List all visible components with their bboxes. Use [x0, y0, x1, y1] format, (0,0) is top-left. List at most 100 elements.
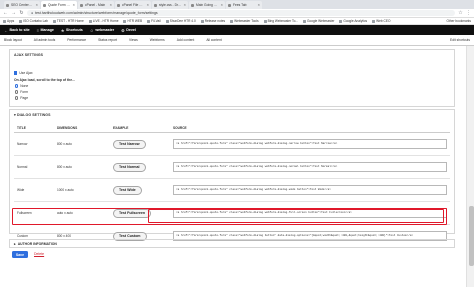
toolbar-item[interactable]: ⚙ Devel [121, 28, 136, 33]
table-row: Narrow 800 x auto Test Narrow <a href="/for… [14, 132, 450, 156]
star-icon[interactable]: ☆ [458, 10, 463, 16]
bookmark-item[interactable]: Webmaster Tools [230, 19, 259, 23]
shortcut-link[interactable]: Add content [177, 38, 195, 42]
shortcut-link[interactable]: Block layout [4, 38, 22, 42]
dialog-settings-fieldset: ▾ DIALOG SETTINGS TITLE DIMENSIONS EXAMP… [9, 109, 455, 248]
toolbar-item[interactable]: ← Back to site [4, 28, 30, 33]
radio-control[interactable] [15, 84, 19, 88]
reload-icon[interactable]: ↻ [19, 10, 24, 16]
url-field[interactable]: ● test.harithcloudweb.com/admin/structur… [27, 10, 455, 16]
dialog-dimensions-cell: auto x auto [54, 201, 110, 225]
bookmark-label: HTR WEB [127, 19, 143, 23]
scroll-setting-label: On Ajax load, scroll to the top of the..… [14, 78, 75, 82]
dialog-table: TITLE DIMENSIONS EXAMPLE SOURCE Narrow 80… [14, 124, 450, 248]
forward-arrow-icon[interactable]: → [11, 10, 16, 16]
dialog-title-cell: Narrow [14, 132, 54, 156]
bookmark-item[interactable]: Fil-Vail [147, 19, 161, 23]
source-code-field[interactable]: <a href="/form/quick-quote-form" class="… [173, 139, 447, 149]
test-dialog-button[interactable]: Test Wide [113, 185, 142, 195]
close-tab-icon[interactable]: ✕ [109, 3, 112, 7]
scrollbar-thumb[interactable] [468, 206, 474, 266]
save-button[interactable]: Save [12, 251, 28, 258]
close-tab-icon[interactable]: ✕ [146, 3, 149, 7]
menu-icon[interactable]: ⋮ [466, 10, 471, 16]
tab-title: SEO Centers Rental - Bank [11, 3, 33, 7]
favicon-icon [154, 3, 157, 7]
dialog-example-cell: Test Normal [110, 155, 170, 179]
dialog-source-cell: <a href="/form/quick-quote-form" class="… [170, 201, 450, 225]
bookmark-label: TEST - HTR Home [56, 19, 84, 23]
shortcut-link[interactable]: Status report [98, 38, 117, 42]
use-ajax-checkbox[interactable]: Use Ajax [14, 71, 33, 75]
shortcut-link[interactable]: Views [129, 38, 138, 42]
close-tab-icon[interactable]: ✕ [35, 3, 38, 7]
radio-control[interactable] [15, 96, 19, 100]
shortcut-link[interactable]: All content [206, 38, 221, 42]
checkbox-control[interactable] [14, 71, 18, 75]
delete-link[interactable]: Delete [34, 252, 44, 256]
scroll-option-page[interactable]: Page [15, 96, 28, 100]
bookmark-label: ShunDee HTR 4.0 [169, 19, 196, 23]
browser-tab[interactable]: SEO Centers Rental - Bank✕ [4, 1, 40, 9]
browser-tab[interactable]: cPanel File Manager v3✕ [115, 1, 151, 9]
bookmark-item[interactable]: Apps [3, 19, 14, 23]
bookmark-label: Web CEO [376, 19, 391, 23]
shortcut-link[interactable]: Performance [67, 38, 86, 42]
test-dialog-button[interactable]: Test Normal [113, 162, 146, 172]
scroll-option-form[interactable]: Form [15, 90, 28, 94]
test-dialog-button[interactable]: Test Fullscreen [113, 208, 152, 218]
bookmark-item[interactable]: TEST - HTR Home [52, 19, 84, 23]
back-arrow-icon[interactable]: ← [3, 10, 8, 16]
shortcut-link[interactable]: All admin tools [34, 38, 55, 42]
bookmark-icon [339, 19, 343, 23]
dialog-source-cell: <a href="/form/quick-quote-form" class="… [170, 155, 450, 179]
toolbar-item[interactable]: ☺ webmaster [90, 28, 114, 33]
collapse-arrow-icon[interactable]: ▾ [14, 113, 16, 117]
browser-tab[interactable]: Fees Tab ✕ [226, 1, 262, 9]
bookmark-label: Release notes [204, 19, 226, 23]
close-tab-icon[interactable]: ✕ [220, 3, 223, 7]
lock-icon: ● [31, 11, 34, 15]
bookmark-item[interactable]: ISO Contabo Lab [19, 19, 48, 23]
ajax-settings-fieldset: AJAX SETTINGS Use Ajax On Ajax load, scr… [9, 49, 455, 107]
browser-tab[interactable]: Quote Form | Vetmatic✕ [41, 1, 77, 9]
scroll-option-none[interactable]: None [15, 84, 28, 88]
source-code-field[interactable]: <a href="/form/quick-quote-form" class="… [173, 208, 447, 218]
bookmark-item[interactable]: Google Webmaster [303, 19, 334, 23]
bookmark-item[interactable]: ShunDee HTR 4.0 [165, 19, 196, 23]
bookmark-item[interactable]: Release notes [200, 19, 226, 23]
bookmark-item[interactable]: LIVE - HTR Home [88, 19, 118, 23]
edit-shortcuts-link[interactable]: Edit shortcuts [450, 38, 470, 42]
column-header: SOURCE [170, 124, 450, 133]
bookmark-label: ISO Contabo Lab [23, 19, 48, 23]
favicon-icon [191, 3, 194, 7]
page-scrollbar[interactable] [466, 46, 474, 287]
source-code-field[interactable]: <a href="/form/quick-quote-form" class="… [173, 185, 447, 195]
toolbar-item-icon: ★ [60, 27, 65, 33]
dialog-example-cell: Test Wide [110, 178, 170, 202]
browser-tab[interactable]: cPanel - Main ✕ [78, 1, 114, 9]
radio-control[interactable] [15, 90, 19, 94]
toolbar-item[interactable]: ★ Shortcuts [61, 28, 83, 33]
close-tab-icon[interactable]: ✕ [257, 3, 260, 7]
close-tab-icon[interactable]: ✕ [183, 3, 186, 7]
author-information-fieldset[interactable]: ▸ AUTHOR INFORMATION [9, 239, 455, 248]
browser-tab[interactable]: style.css - Drupal✕ [152, 1, 188, 9]
column-header: DIMENSIONS [54, 124, 110, 133]
scroll-option-label: None [20, 84, 29, 88]
browser-tab[interactable]: Main Going Then Drup✕ [189, 1, 225, 9]
other-bookmarks[interactable]: Other bookmarks [447, 19, 471, 23]
browser-tab-strip: SEO Centers Rental - Bank✕Quote Form | V… [0, 0, 474, 9]
address-bar: ← → ↻ ● test.harithcloudweb.com/admin/st… [0, 9, 474, 18]
use-ajax-label: Use Ajax [19, 71, 33, 75]
source-code-field[interactable]: <a href="/form/quick-quote-form" class="… [173, 162, 447, 172]
bookmark-item[interactable]: HTR WEB [123, 19, 142, 23]
bookmark-item[interactable]: Bing Webmaster To... [263, 19, 298, 23]
favicon-icon [80, 3, 83, 7]
bookmark-item[interactable]: Web CEO [372, 19, 390, 23]
test-dialog-button[interactable]: Test Narrow [113, 139, 146, 149]
close-tab-icon[interactable]: ✕ [72, 3, 75, 7]
toolbar-item[interactable]: ≡ Manage [37, 28, 54, 33]
bookmark-item[interactable]: Google Analytics [339, 19, 367, 23]
shortcut-link[interactable]: Webforms [150, 38, 165, 42]
